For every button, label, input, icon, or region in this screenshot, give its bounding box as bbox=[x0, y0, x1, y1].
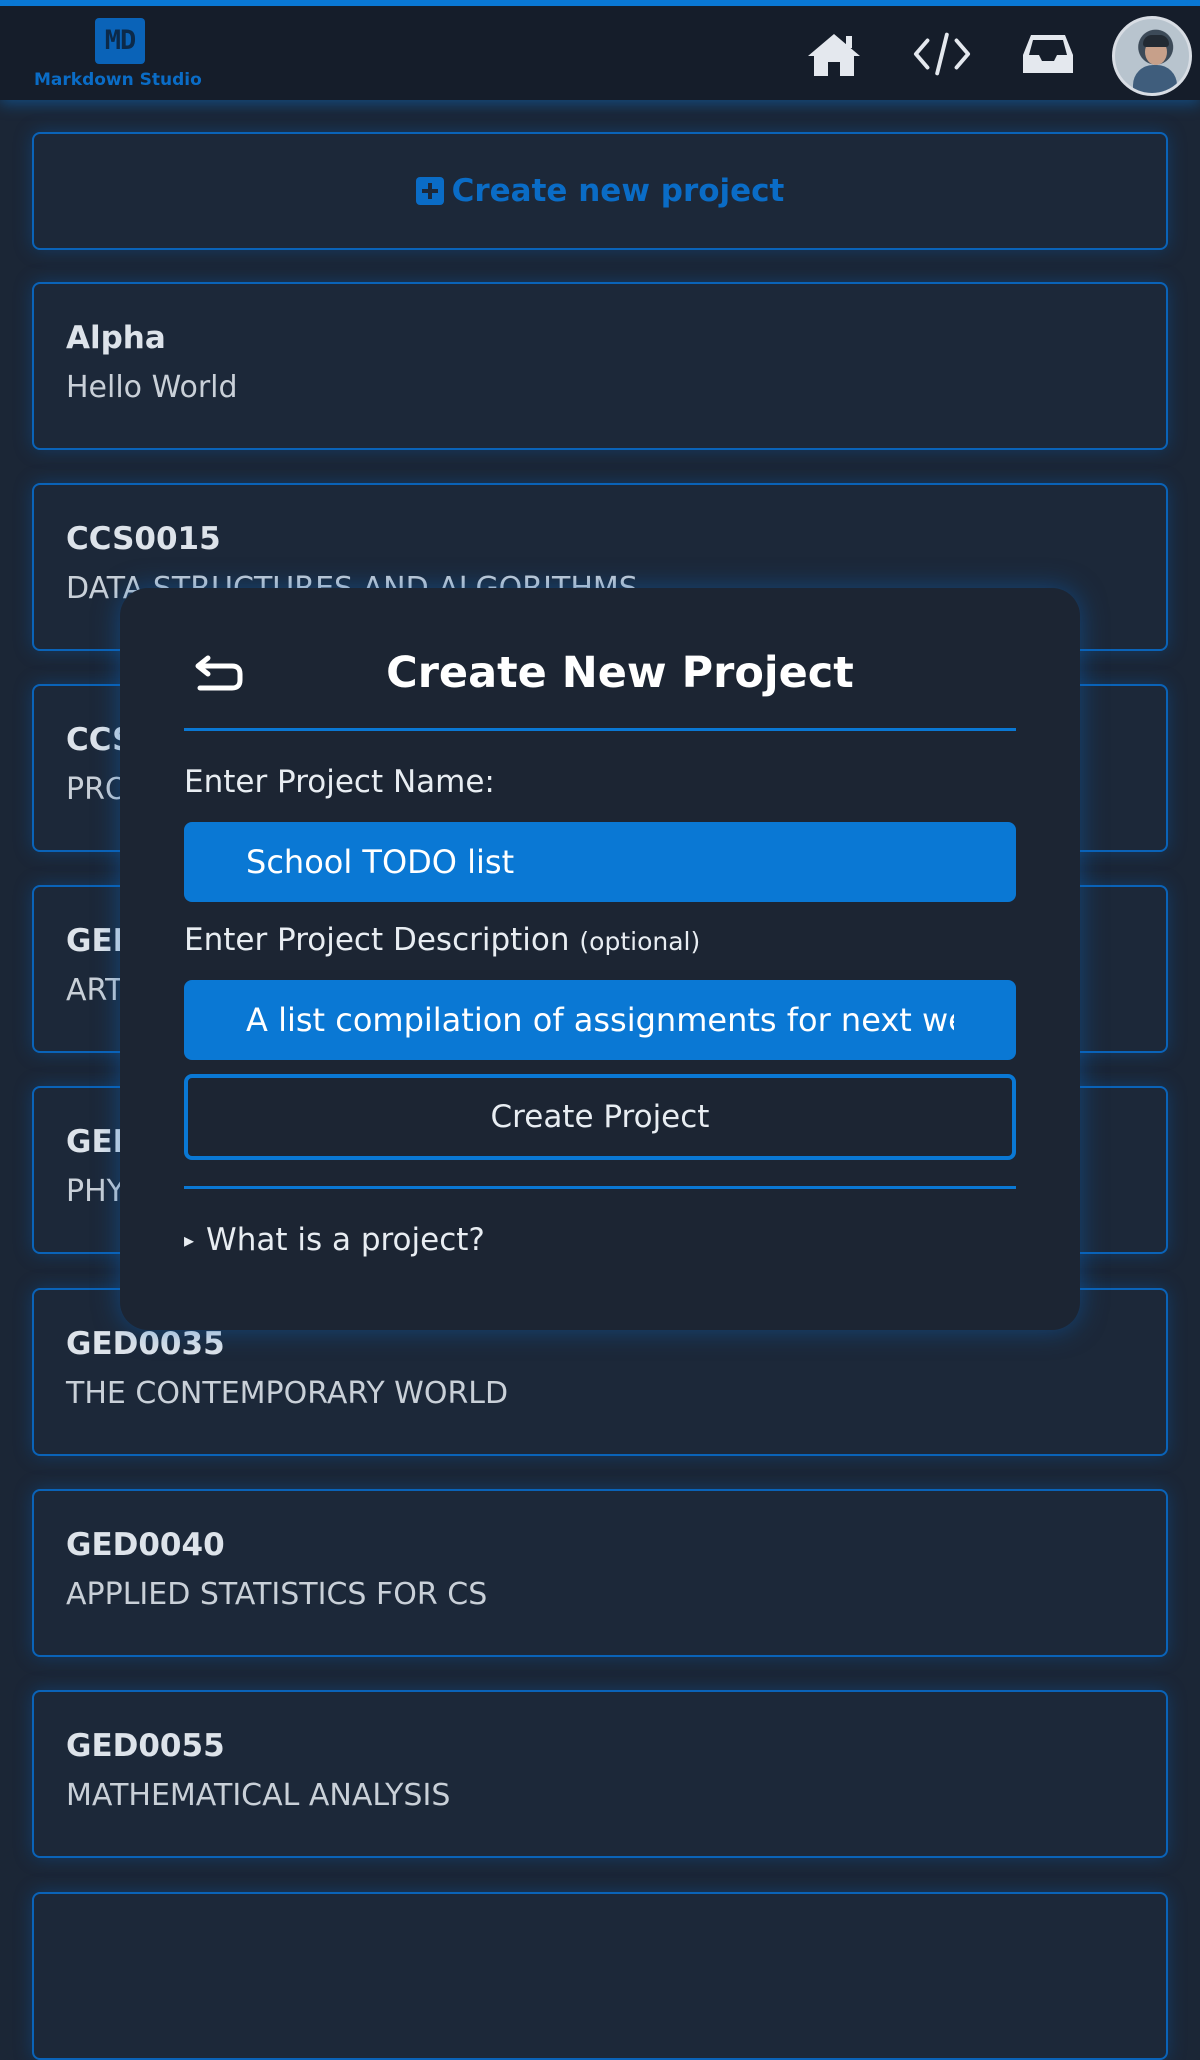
create-new-project-button[interactable]: Create new project bbox=[32, 132, 1168, 250]
modal-title: Create New Project bbox=[386, 648, 854, 698]
what-is-a-project-toggle[interactable]: ▸ What is a project? bbox=[184, 1222, 485, 1258]
app-logo[interactable]: MD Markdown Studio bbox=[34, 12, 224, 98]
return-arrow-icon[interactable] bbox=[194, 654, 246, 694]
home-icon[interactable] bbox=[804, 26, 864, 82]
create-project-button[interactable]: Create Project bbox=[184, 1074, 1016, 1160]
project-code: GED0040 bbox=[66, 1527, 225, 1563]
project-name-input[interactable] bbox=[184, 822, 1016, 902]
project-description: APPLIED STATISTICS FOR CS bbox=[66, 1577, 488, 1612]
avatar-hair bbox=[1143, 35, 1169, 47]
create-new-project-label: Create new project bbox=[451, 173, 785, 209]
logo-mark: MD bbox=[95, 18, 145, 64]
plus-square-icon bbox=[415, 177, 444, 205]
project-code: Alpha bbox=[66, 320, 166, 356]
project-description: MATHEMATICAL ANALYSIS bbox=[66, 1778, 451, 1813]
project-card-partial[interactable] bbox=[32, 1892, 1168, 2060]
details-divider bbox=[184, 1186, 1016, 1189]
project-description: ART bbox=[66, 973, 124, 1008]
project-code: GED0035 bbox=[66, 1326, 225, 1362]
create-project-modal: Create New Project Enter Project Name: E… bbox=[120, 588, 1080, 1330]
project-description-input[interactable] bbox=[184, 980, 1016, 1060]
title-divider bbox=[184, 728, 1016, 731]
disclosure-triangle-icon: ▸ bbox=[184, 1228, 195, 1252]
what-is-a-project-label: What is a project? bbox=[206, 1222, 485, 1258]
project-description: Hello World bbox=[66, 370, 238, 405]
project-description-label-row: Enter Project Description (optional) bbox=[184, 922, 700, 958]
project-code: GED0055 bbox=[66, 1728, 225, 1764]
optional-hint: (optional) bbox=[579, 927, 701, 956]
logo-text: Markdown Studio bbox=[34, 70, 202, 90]
inbox-icon[interactable] bbox=[1018, 26, 1078, 82]
navbar: MD Markdown Studio bbox=[0, 6, 1200, 100]
project-description: THE CONTEMPORARY WORLD bbox=[66, 1376, 509, 1411]
project-code: CCS0015 bbox=[66, 521, 221, 557]
project-name-label: Enter Project Name: bbox=[184, 764, 495, 800]
avatar-body bbox=[1133, 65, 1177, 93]
project-card[interactable]: Alpha Hello World bbox=[32, 282, 1168, 450]
project-description-label: Enter Project Description bbox=[184, 922, 570, 958]
project-description: PHY bbox=[66, 1174, 125, 1209]
project-card[interactable]: GED0040 APPLIED STATISTICS FOR CS bbox=[32, 1489, 1168, 1657]
project-card[interactable]: GED0055 MATHEMATICAL ANALYSIS bbox=[32, 1690, 1168, 1858]
code-icon[interactable] bbox=[912, 26, 972, 82]
user-avatar[interactable] bbox=[1112, 16, 1192, 96]
